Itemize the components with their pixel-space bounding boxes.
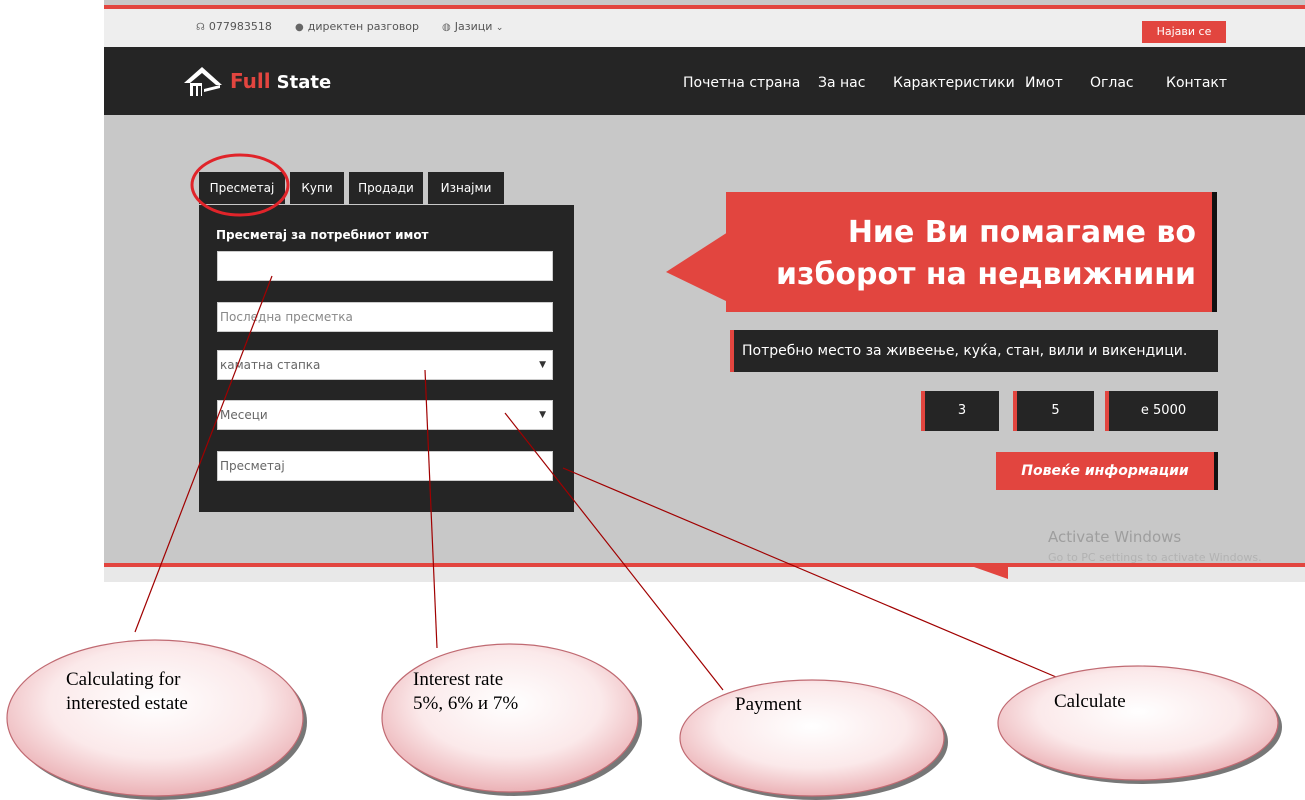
chevron-down-icon: ⌄ [495,23,504,33]
logo-state: State [276,72,332,93]
chat-link[interactable]: ● директен разговор [295,20,419,33]
tab-buy[interactable]: Купи [290,172,344,204]
nav-features[interactable]: Карактеристики [893,75,1015,91]
form-title: Пресметај за потребниот имот [216,228,429,242]
bubble-text: interested estate [66,693,188,714]
stat-box: e 5000 [1105,391,1218,431]
bubble-label-payment: Payment [735,694,802,715]
language-label: Јазици [454,20,493,33]
bottom-strip [104,567,1305,582]
months-select[interactable]: Месеци ▼ [217,400,553,430]
months-value: Месеци [220,408,268,422]
login-button[interactable]: Најави се [1142,21,1226,43]
nav-about[interactable]: За нас [818,75,865,91]
bubble-label-interest: Interest rate 5%, 6% и 7% [413,668,518,716]
stat-box: 5 [1013,391,1094,431]
bubble-text: Calculating for [66,669,181,690]
annotation-bubble-payment [679,679,945,797]
site-logo[interactable]: Full State [182,64,331,98]
top-bar: ☊ 077983518 ● директен разговор ◍ Јазици ⌄ … [104,9,1305,47]
last-calculation-input[interactable]: Последна пресметка [217,302,553,332]
main-navbar: Full State Почетна страна За нас Карактер… [104,47,1305,115]
bubble-label-calculate: Calculate [1054,691,1126,712]
bubble-shadow [684,684,948,800]
phone-link[interactable]: ☊ 077983518 [196,20,272,33]
website-screenshot: ☊ 077983518 ● директен разговор ◍ Јазици ⌄ … [104,0,1305,582]
select-arrow-icon: ▼ [539,410,546,420]
calculator-form: Пресметај за потребниот имот Последна пр… [199,205,574,512]
bottom-accent-triangle [974,567,1008,579]
hero-banner: Ние Ви помагаме во изборот на недвижнини [726,192,1217,312]
annotation-bubble-estate [6,639,304,797]
chat-bubble-icon: ● [295,22,304,33]
tab-sell[interactable]: Продади [349,172,423,204]
hero-title-line2: изборот на недвижнини [776,257,1196,292]
annotation-bubble-calculate [997,665,1279,781]
nav-contact[interactable]: Контакт [1166,75,1227,91]
headset-icon: ☊ [196,22,205,33]
house-logo-icon [184,67,222,96]
phone-number: 077983518 [208,20,272,33]
interest-rate-value: каматна стапка [220,358,321,372]
estate-input[interactable] [217,251,553,281]
bubble-shadow [1002,670,1282,784]
select-arrow-icon: ▼ [539,360,546,370]
bubble-label-estate: Calculating for interested estate [66,668,188,716]
hero-title: Ние Ви помагаме во изборот на недвижнини [776,212,1196,296]
interest-rate-select[interactable]: каматна стапка ▼ [217,350,553,380]
hero-subtitle: Потребно место за живеење, куќа, стан, в… [730,330,1218,372]
nav-home[interactable]: Почетна страна [683,75,800,91]
calculate-field[interactable]: Пресметај [217,451,553,481]
windows-watermark-title: Activate Windows [1048,528,1182,546]
tab-calculate[interactable]: Пресметај [199,172,285,204]
logo-full: Full [230,69,271,93]
logo-text: Full State [230,69,331,93]
chat-label: директен разговор [307,20,420,33]
hero-title-line1: Ние Ви помагаме во [847,215,1196,250]
globe-icon: ◍ [442,22,451,33]
nav-listing[interactable]: Оглас [1090,75,1134,91]
nav-property[interactable]: Имот [1025,75,1063,91]
more-info-button[interactable]: Повеќе информации [996,452,1218,490]
annotation-bubble-interest [381,643,639,793]
hero-banner-arrow [666,232,728,302]
bubble-text: Interest rate [413,669,504,690]
tab-rent[interactable]: Изнајми [428,172,504,204]
language-dropdown[interactable]: ◍ Јазици ⌄ [442,20,503,33]
bubble-text: 5%, 6% и 7% [413,693,519,714]
stat-box: 3 [921,391,999,431]
